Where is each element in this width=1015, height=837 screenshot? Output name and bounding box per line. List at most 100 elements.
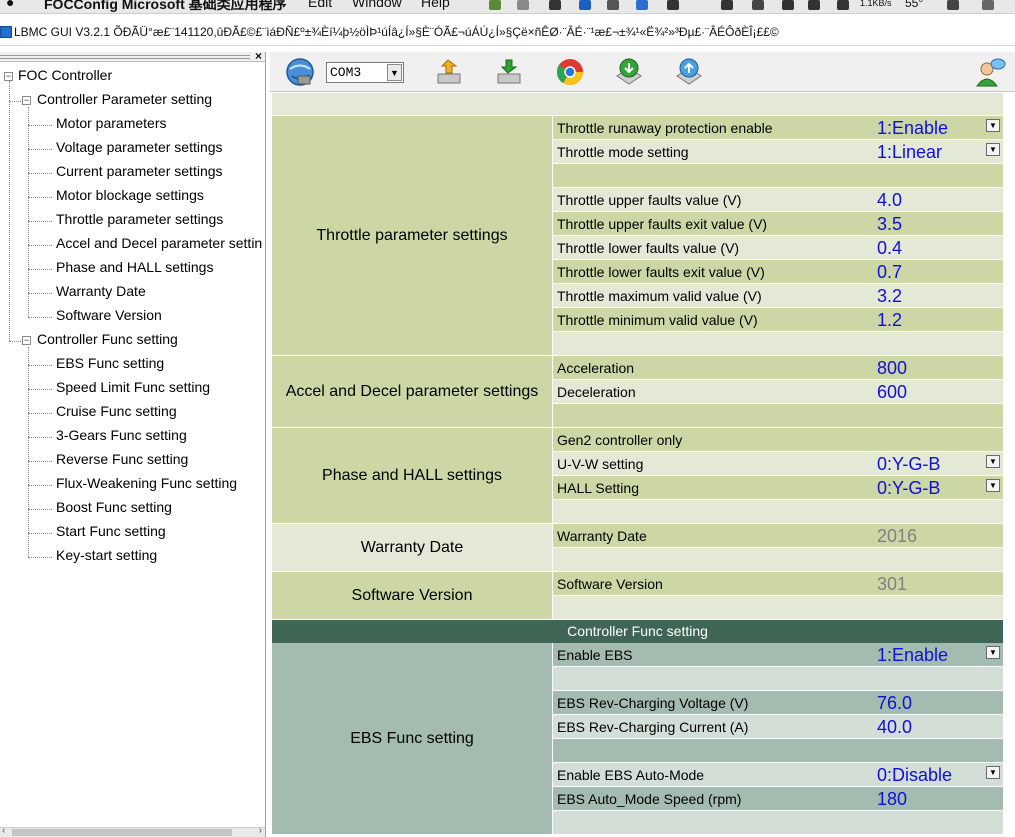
grid-icon[interactable] xyxy=(752,0,764,10)
chevron-down-icon[interactable]: ▼ xyxy=(986,646,1000,659)
param-value[interactable]: 180 xyxy=(877,789,907,810)
chevron-down-icon[interactable]: ▼ xyxy=(986,119,1000,132)
param-value-cell[interactable] xyxy=(853,236,1003,260)
antenna-icon[interactable] xyxy=(721,0,733,10)
menubar-app-name[interactable]: FOCConfig Microsoft 基础类应用程序 xyxy=(44,0,287,13)
apple-icon[interactable]: ● xyxy=(6,0,14,10)
param-value[interactable]: 1:Linear xyxy=(877,142,942,163)
shield-icon[interactable] xyxy=(636,0,648,10)
connect-icon[interactable] xyxy=(284,56,316,88)
param-value[interactable]: 3.2 xyxy=(877,286,902,307)
wifi-icon[interactable] xyxy=(982,0,994,10)
tree-item[interactable]: 3-Gears Func setting xyxy=(56,427,187,443)
tree-item[interactable]: Boost Func setting xyxy=(56,499,172,515)
chevron-down-icon[interactable]: ▼ xyxy=(387,64,402,81)
chevron-down-icon[interactable]: ▼ xyxy=(986,479,1000,492)
chevron-down-icon[interactable]: ▼ xyxy=(986,455,1000,468)
param-value-cell[interactable] xyxy=(853,212,1003,236)
chrome-icon[interactable] xyxy=(554,56,586,88)
scroll-right-icon[interactable]: › xyxy=(259,825,262,836)
bluetooth-icon[interactable] xyxy=(549,0,561,10)
parameter-grid: Throttle parameter settings Throttle runa… xyxy=(272,93,1003,837)
param-value[interactable]: 600 xyxy=(877,382,907,403)
tree-connector xyxy=(28,533,52,534)
tree-item[interactable]: Reverse Func setting xyxy=(56,451,188,467)
tree-item[interactable]: Key-start setting xyxy=(56,547,157,563)
param-value[interactable]: 1.2 xyxy=(877,310,902,331)
tree-item[interactable]: Motor parameters xyxy=(56,115,166,131)
cloud-icon[interactable] xyxy=(517,0,529,10)
dropbox-icon[interactable] xyxy=(808,0,820,10)
tree-item[interactable]: Speed Limit Func setting xyxy=(56,379,210,395)
tree-item[interactable]: Start Func setting xyxy=(56,523,166,539)
tree-item[interactable]: Throttle parameter settings xyxy=(56,211,223,227)
tree-item[interactable]: Flux-Weakening Func setting xyxy=(56,475,237,491)
section-label-accel: Accel and Decel parameter settings xyxy=(272,356,552,428)
param-value-cell[interactable] xyxy=(853,308,1003,332)
status-icon-green[interactable] xyxy=(489,0,501,10)
tree-item[interactable]: EBS Func setting xyxy=(56,355,164,371)
tree-item[interactable]: Accel and Decel parameter settin xyxy=(56,235,262,251)
param-value-cell[interactable] xyxy=(853,428,1003,452)
param-value[interactable]: 0.7 xyxy=(877,262,902,283)
menu-edit[interactable]: Edit xyxy=(308,0,332,10)
param-value[interactable]: 40.0 xyxy=(877,717,912,738)
param-value-cell[interactable] xyxy=(853,284,1003,308)
tree-item[interactable]: Cruise Func setting xyxy=(56,403,177,419)
menu-help[interactable]: Help xyxy=(421,0,450,10)
param-value-cell[interactable] xyxy=(853,356,1003,380)
param-value-cell[interactable] xyxy=(853,260,1003,284)
tree-item[interactable]: Phase and HALL settings xyxy=(56,259,213,275)
tree-root[interactable]: FOC Controller xyxy=(18,67,112,83)
param-value[interactable]: 76.0 xyxy=(877,693,912,714)
tree-item[interactable]: Current parameter settings xyxy=(56,163,223,179)
tree-group-controller-func[interactable]: Controller Func setting xyxy=(37,331,178,347)
tree-item[interactable]: Warranty Date xyxy=(56,283,146,299)
param-value-cell[interactable] xyxy=(853,691,1003,715)
param-value-cell[interactable] xyxy=(853,188,1003,212)
tree-item[interactable]: Software Version xyxy=(56,307,162,323)
param-value[interactable]: 4.0 xyxy=(877,190,902,211)
param-value[interactable]: 0:Disable xyxy=(877,765,952,786)
vpn-icon[interactable] xyxy=(782,0,794,10)
close-icon[interactable]: × xyxy=(255,52,262,63)
param-value[interactable]: 0:Y-G-B xyxy=(877,454,940,475)
mac-menu-bar: ● FOCConfig Microsoft 基础类应用程序 Edit Windo… xyxy=(0,0,1015,14)
chevron-down-icon[interactable]: ▼ xyxy=(986,143,1000,156)
tree-item[interactable]: Motor blockage settings xyxy=(56,187,204,203)
port-select[interactable]: COM3 ▼ xyxy=(326,62,404,83)
user-icon[interactable] xyxy=(974,56,1006,88)
close-x-icon[interactable] xyxy=(607,0,619,10)
read-icon[interactable] xyxy=(434,56,466,88)
upload-icon[interactable] xyxy=(673,56,705,88)
dropbox-alt-icon[interactable] xyxy=(837,0,849,10)
param-name: EBS Rev-Charging Voltage (V) xyxy=(557,695,749,711)
group-collapse-icon[interactable]: − xyxy=(22,336,31,345)
menu-window[interactable]: Window xyxy=(352,0,402,10)
param-value[interactable]: 0.4 xyxy=(877,238,902,259)
chevron-down-icon[interactable]: ▼ xyxy=(986,766,1000,779)
param-value[interactable]: 1:Enable xyxy=(877,645,948,666)
tree-group-controller-parameter[interactable]: Controller Parameter setting xyxy=(37,91,212,107)
tree-connector xyxy=(28,245,52,246)
group-collapse-icon[interactable]: − xyxy=(22,96,31,105)
param-value-cell[interactable] xyxy=(853,380,1003,404)
param-value[interactable]: 800 xyxy=(877,358,907,379)
param-value[interactable]: 1:Enable xyxy=(877,118,948,139)
download-icon[interactable] xyxy=(613,56,645,88)
root-collapse-icon[interactable]: − xyxy=(4,72,13,81)
write-icon[interactable] xyxy=(494,56,526,88)
remote-icon[interactable] xyxy=(579,0,591,10)
pin-icon[interactable] xyxy=(667,0,679,10)
tree-connector xyxy=(28,509,52,510)
param-value-cell[interactable] xyxy=(853,787,1003,811)
tree-item[interactable]: Voltage parameter settings xyxy=(56,139,223,155)
param-value[interactable]: 3.5 xyxy=(877,214,902,235)
network-speed: 1.1KB/s xyxy=(860,0,892,8)
param-value[interactable]: 0:Y-G-B xyxy=(877,478,940,499)
param-value-cell[interactable] xyxy=(853,715,1003,739)
horizontal-scrollbar[interactable]: ‹ › xyxy=(0,825,265,837)
scroll-left-icon[interactable]: ‹ xyxy=(2,825,5,836)
eject-icon[interactable] xyxy=(947,0,959,10)
scrollbar-thumb[interactable] xyxy=(12,829,232,836)
